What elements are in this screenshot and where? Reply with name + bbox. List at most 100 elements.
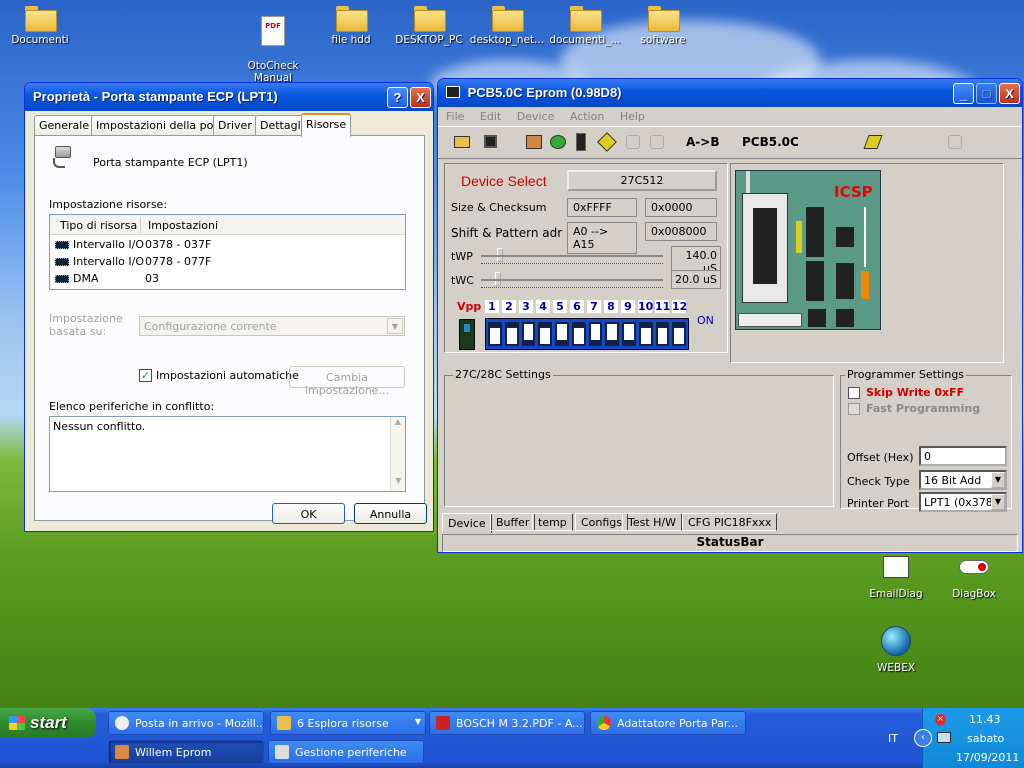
open-icon[interactable] [454, 136, 470, 148]
resource-row[interactable]: Intervallo I/O 0778 - 077F [55, 255, 395, 271]
col-header-type[interactable]: Tipo di risorsa [60, 219, 137, 232]
dip-switch[interactable] [588, 322, 603, 346]
scrollbar[interactable]: ▲ ▼ [390, 417, 405, 491]
language-indicator[interactable]: IT [888, 732, 898, 745]
start-button[interactable]: start [0, 708, 96, 738]
scroll-down-icon[interactable]: ▼ [391, 476, 406, 491]
dip-switch[interactable] [538, 322, 552, 346]
pcb-version-label: PCB5.0C [742, 135, 799, 149]
chevron-down-icon[interactable]: ▼ [991, 472, 1005, 488]
erase-icon[interactable] [597, 132, 617, 152]
desktop-icon-webex[interactable]: WEBEX [856, 624, 936, 674]
network-icon[interactable] [937, 732, 951, 743]
menu-device[interactable]: Device [517, 110, 555, 123]
dip-switch-bank[interactable]: 1 2 3 4 5 6 7 8 9 10 11 12 [485, 300, 691, 350]
disabled-tool-icon[interactable] [948, 135, 962, 149]
taskbar-item-browser[interactable]: Adattatore Porta Par... [590, 711, 746, 735]
chevron-down-icon: ▼ [414, 717, 421, 726]
dip-switch[interactable] [521, 322, 536, 346]
error-icon[interactable]: × [935, 714, 946, 725]
close-button[interactable]: X [999, 83, 1020, 104]
desktop-icon-diagbox[interactable]: DiagBox [934, 556, 1014, 600]
device-select-button[interactable]: 27C512 [567, 170, 717, 191]
taskbar-item-pdf[interactable]: BOSCH M 3.2.PDF - A... [429, 711, 585, 735]
taskbar-item-device-manager[interactable]: Gestione periferiche [268, 740, 424, 764]
dip-switch[interactable] [655, 322, 670, 346]
save-icon[interactable] [484, 135, 497, 148]
menu-action[interactable]: Action [570, 110, 604, 123]
tab-generale[interactable]: Generale [34, 115, 95, 135]
check-type-select[interactable]: 16 Bit Add ▼ [919, 470, 1007, 490]
tab-device[interactable]: Device [442, 513, 492, 533]
scroll-up-icon[interactable]: ▲ [391, 417, 405, 432]
col-header-setting[interactable]: Impostazioni [148, 219, 218, 232]
tab-buffer[interactable]: Buffer [490, 513, 536, 531]
dip-switch[interactable] [504, 322, 519, 346]
resources-list[interactable]: Tipo di risorsa Impostazioni Intervallo … [49, 214, 406, 290]
menu-edit[interactable]: Edit [480, 110, 501, 123]
taskbar-item-mail[interactable]: Posta in arrivo - Mozill... [108, 711, 264, 735]
dip-switch[interactable] [605, 322, 619, 346]
dip-switch[interactable] [571, 322, 586, 346]
minimize-button[interactable]: _ [953, 83, 974, 104]
menu-file[interactable]: File [446, 110, 464, 123]
taskbar-item-willem[interactable]: Willem Eprom [108, 740, 264, 764]
dip-switches[interactable] [485, 318, 689, 350]
fast-programming-checkbox[interactable] [848, 403, 860, 415]
desktop-icon-emaildiag[interactable]: EmailDiag [856, 556, 936, 600]
printer-port-select[interactable]: LPT1 (0x378) ▼ [919, 492, 1007, 512]
program-icon[interactable] [550, 135, 566, 149]
dip-switch[interactable] [638, 322, 653, 346]
resource-row[interactable]: DMA 03 [55, 272, 395, 288]
verify-icon[interactable] [576, 133, 586, 151]
resource-row[interactable]: Intervallo I/O 0378 - 037F [55, 238, 395, 254]
taskbar-item-explorer[interactable]: 6 Esplora risorse ▼ [270, 711, 426, 735]
twc-slider[interactable] [481, 272, 663, 288]
tab-temp[interactable]: temp [532, 513, 573, 531]
desktop-icon-file-hdd[interactable]: file hdd [311, 2, 391, 46]
skip-write-label[interactable]: Skip Write 0xFF [866, 386, 964, 399]
dip-switch[interactable] [488, 322, 502, 346]
disabled-tool-icon[interactable] [650, 135, 664, 149]
maximize-button[interactable]: □ [976, 83, 997, 104]
desktop-icon-documenti[interactable]: Documenti [0, 2, 80, 46]
tab-configs[interactable]: Configs [575, 513, 629, 531]
conflict-box[interactable]: Nessun conflitto. ▲ ▼ [49, 416, 406, 492]
vpp-switch[interactable] [459, 319, 475, 350]
dip-switch[interactable] [555, 322, 569, 346]
desktop-icon-otocheck[interactable]: PDF OtoCheck Manual [233, 2, 313, 84]
tab-test-hw[interactable]: Test H/W [622, 513, 683, 531]
port-device-icon [49, 146, 75, 172]
desktop-icon-desktop-net[interactable]: desktop_net... [467, 2, 547, 46]
disabled-tool-icon[interactable] [626, 135, 640, 149]
tab-risorse[interactable]: Risorse [301, 113, 352, 137]
twp-slider[interactable] [481, 248, 663, 264]
chrome-icon [597, 716, 611, 730]
copy-a-to-b-button[interactable]: A->B [686, 135, 719, 149]
close-button[interactable]: X [410, 87, 431, 108]
chevron-down-icon[interactable]: ▼ [991, 494, 1005, 510]
menu-help[interactable]: Help [620, 110, 645, 123]
desktop-icon-documenti-2[interactable]: documenti_... [545, 2, 625, 46]
auto-settings-label[interactable]: Impostazioni automatiche [156, 369, 299, 382]
clock-time[interactable]: 11.43 [969, 713, 1001, 726]
help-button[interactable]: ? [387, 87, 408, 108]
tab-cfg-pic[interactable]: CFG PIC18Fxxx [682, 513, 778, 531]
desktop-icon-desktop-pc[interactable]: DESKTOP_PC [389, 2, 469, 46]
dip-switch[interactable] [622, 322, 636, 346]
cancel-button[interactable]: Annulla [354, 503, 427, 524]
auto-icon[interactable] [863, 135, 883, 149]
eprom-titlebar[interactable]: PCB5.0C Eprom (0.98D8) _ □ X [438, 79, 1022, 107]
change-settings-button[interactable]: Cambia impostazione... [289, 366, 405, 397]
show-hidden-icons-button[interactable]: ‹ [914, 729, 932, 747]
tab-driver[interactable]: Driver [213, 115, 257, 135]
skip-write-checkbox[interactable] [848, 387, 860, 399]
auto-settings-checkbox[interactable]: ✓ [139, 369, 152, 382]
based-on-select[interactable]: Configurazione corrente ▼ [139, 316, 405, 336]
read-icon[interactable] [526, 135, 542, 149]
ok-button[interactable]: OK [272, 503, 345, 524]
offset-input[interactable]: 0 [919, 446, 1007, 466]
properties-titlebar[interactable]: Proprietà - Porta stampante ECP (LPT1) ?… [25, 83, 433, 111]
dip-switch[interactable] [672, 322, 686, 346]
desktop-icon-software[interactable]: software [623, 2, 703, 46]
